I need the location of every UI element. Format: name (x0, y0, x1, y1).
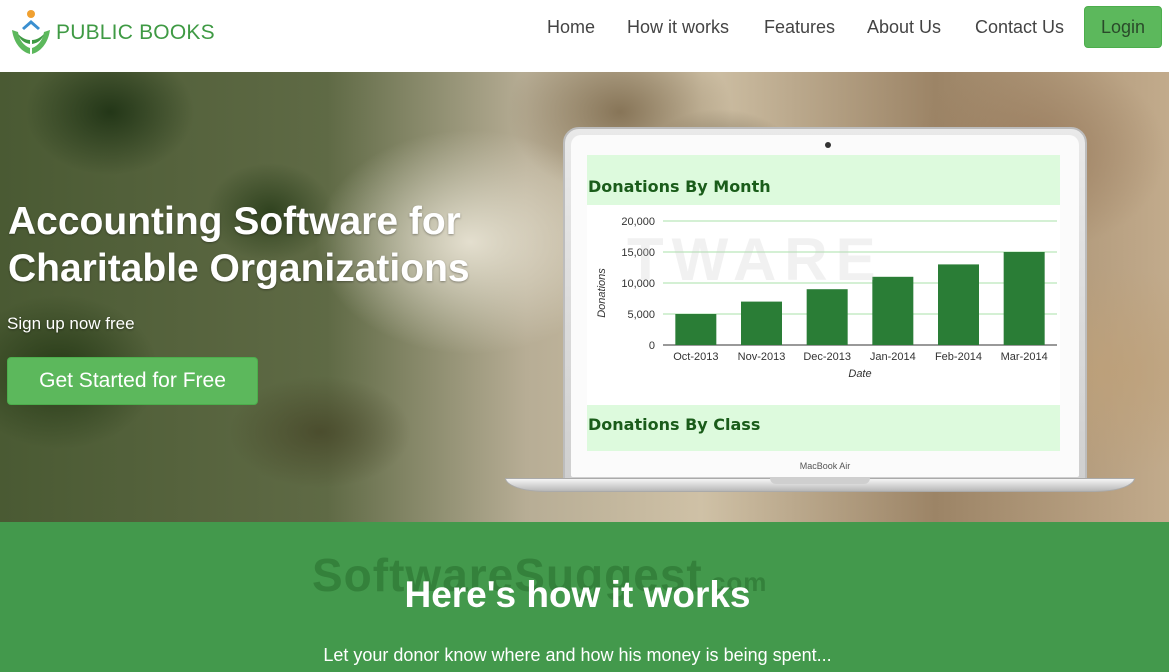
x-tick-label: Nov-2013 (738, 351, 786, 363)
nav-about-us[interactable]: About Us (867, 17, 941, 38)
x-tick-label: Dec-2013 (803, 351, 851, 363)
x-tick-label: Jan-2014 (870, 351, 916, 363)
x-tick-label: Feb-2014 (935, 351, 982, 363)
hero-title: Accounting Software for Charitable Organ… (8, 198, 470, 292)
nav-contact-us[interactable]: Contact Us (975, 17, 1064, 38)
hero-subtitle: Sign up now free (7, 314, 135, 333)
laptop-label: MacBook Air (799, 461, 851, 471)
navbar: PUBLIC BOOKS Home How it works Features … (0, 0, 1169, 72)
panel-header-class: Donations By Class (587, 405, 1060, 451)
brand[interactable]: PUBLIC BOOKS (10, 8, 215, 56)
hero-section: Accounting Software for Charitable Organ… (0, 72, 1169, 522)
x-axis-title: Date (848, 368, 871, 380)
nav-home[interactable]: Home (547, 17, 595, 38)
nav-features[interactable]: Features (764, 17, 835, 38)
hero-title-line1: Accounting Software for (8, 200, 461, 243)
bar (806, 289, 848, 345)
laptop-screen: Donations By Month 0 5,000 10,000 15,000 20,… (587, 155, 1060, 451)
panel-title-class: Donations By Class (588, 415, 761, 434)
get-started-button[interactable]: Get Started for Free (7, 357, 258, 405)
how-title: Here's how it works (404, 574, 751, 615)
panel-title-month: Donations By Month (588, 177, 771, 196)
y-tick-label: 0 (649, 340, 655, 352)
watermark: TWARE (627, 226, 884, 293)
x-tick-label: Mar-2014 (1001, 351, 1048, 363)
x-tick-label: Oct-2013 (673, 351, 718, 363)
panel-header-month: Donations By Month (587, 155, 1060, 205)
how-it-works-section: SoftwareSuggest.com Here's how it works … (0, 522, 1169, 672)
nav-how-it-works[interactable]: How it works (627, 17, 729, 38)
bar (741, 301, 782, 345)
bar (675, 314, 717, 345)
y-axis-title: Donations (596, 268, 608, 318)
bar (938, 264, 979, 345)
laptop-mockup: MacBook Air Donations By Month 0 5,000 10,… (505, 127, 1135, 502)
camera-icon (825, 142, 831, 148)
brand-name: PUBLIC BOOKS (56, 21, 215, 44)
how-subtitle: Let your donor know where and how his mo… (323, 645, 832, 665)
y-tick-label: 5,000 (627, 309, 655, 321)
hero-title-line2: Charitable Organizations (8, 247, 470, 290)
bar (1003, 252, 1045, 345)
public-books-logo-icon (12, 10, 50, 54)
laptop-notch (770, 478, 870, 484)
login-button[interactable]: Login (1084, 6, 1162, 48)
